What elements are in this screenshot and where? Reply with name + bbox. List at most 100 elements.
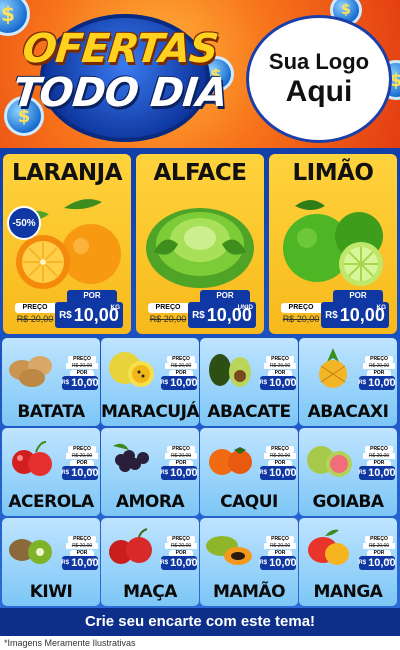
product-card: PREÇO R$ 20,00 POR R$ 10,00 KG ACEROLA	[2, 428, 100, 516]
current-price: R$ 10,00 KG	[358, 376, 396, 390]
current-price: R$ 10,00 KG	[55, 302, 123, 328]
unit-label: KG	[110, 304, 120, 311]
old-price: R$ 20,00	[165, 363, 197, 369]
currency-symbol: R$	[259, 380, 268, 386]
unit-label: KG	[386, 558, 392, 562]
preco-label: PREÇO	[148, 303, 188, 313]
current-price: R$ 10,00 KG	[358, 466, 396, 480]
old-price: R$ 20,00	[66, 543, 98, 549]
currency-symbol: R$	[59, 309, 72, 321]
product-name: CAQUI	[220, 492, 278, 512]
old-price: R$ 20,00	[16, 314, 54, 324]
featured-card: LIMÃO POR PREÇO R$ 20,00 R$ 10,00 KG	[269, 154, 397, 334]
preco-label: PREÇO	[365, 356, 393, 363]
lettuce-icon	[146, 208, 254, 288]
title-line-2: TODO DIA	[10, 70, 230, 116]
old-price: R$ 20,00	[149, 314, 187, 324]
current-price: R$ 10,00 KG	[160, 376, 198, 390]
old-price: R$ 20,00	[264, 453, 296, 459]
logo-text-line-2: Aqui	[285, 75, 353, 108]
currency-symbol: R$	[358, 560, 367, 566]
price-tag: PREÇO R$ 20,00 POR R$ 10,00 KG	[160, 536, 198, 570]
por-label: POR	[67, 290, 117, 302]
old-price: R$ 20,00	[264, 543, 296, 549]
old-price: R$ 20,00	[66, 363, 98, 369]
disclaimer-text: *Imagens Meramente Ilustrativas	[0, 636, 400, 650]
product-card: PREÇO R$ 20,00 POR R$ 10,00 KG MAÇA	[101, 518, 199, 606]
unit-label: KG	[188, 468, 194, 472]
product-name: KIWI	[29, 582, 73, 602]
product-name: AMORA	[115, 492, 185, 512]
persimmon-icon	[209, 447, 252, 475]
papaya-icon	[206, 536, 252, 565]
logo-text-line-1: Sua Logo	[268, 49, 370, 74]
preco-label: PREÇO	[167, 356, 195, 363]
preco-label: PREÇO	[365, 536, 393, 543]
unit-label: KG	[287, 558, 293, 562]
current-price: R$ 10,00 KG	[358, 556, 396, 570]
currency-symbol: R$	[259, 560, 268, 566]
currency-symbol: R$	[160, 560, 169, 566]
featured-card: LARANJA -50% POR PREÇO R$ 20,00 R$ 10,00…	[3, 154, 131, 334]
product-card: PREÇO R$ 20,00 POR R$ 10,00 KG ABACATE	[200, 338, 298, 426]
featured-card: ALFACE POR PREÇO R$ 20,00 R$ 10,00 UNID	[136, 154, 264, 334]
unit-label: KG	[89, 468, 95, 472]
product-card: PREÇO R$ 20,00 POR R$ 10,00 KG GOIABA	[299, 428, 397, 516]
price-tag: PREÇO R$ 20,00 POR R$ 10,00 KG	[259, 356, 297, 390]
product-name: ABACATE	[207, 402, 291, 422]
currency-symbol: R$	[61, 470, 70, 476]
old-price: R$ 20,00	[363, 453, 395, 459]
product-name: ALFACE	[153, 160, 247, 186]
kiwi-icon	[9, 539, 52, 564]
unit-label: KG	[287, 468, 293, 472]
logo-placeholder: Sua Logo Aqui	[246, 15, 392, 143]
currency-symbol: R$	[61, 380, 70, 386]
current-price: R$ 10,00 KG	[160, 556, 198, 570]
price-tag: PREÇO R$ 20,00 POR R$ 10,00 KG	[358, 356, 396, 390]
pineapple-icon	[319, 348, 347, 388]
unit-label: KG	[287, 378, 293, 382]
preco-label: PREÇO	[365, 446, 393, 453]
preco-label: PREÇO	[281, 303, 321, 313]
por-label: POR	[333, 290, 383, 302]
current-price: R$ 10,00 KG	[321, 302, 389, 328]
current-price: R$ 10,00 KG	[61, 556, 99, 570]
currency-symbol: R$	[325, 309, 338, 321]
preco-label: PREÇO	[68, 446, 96, 453]
old-price: R$ 20,00	[363, 363, 395, 369]
preco-label: PREÇO	[68, 536, 96, 543]
title-line-1: OFERTAS	[20, 26, 220, 72]
product-name: LARANJA	[11, 160, 123, 186]
currency-symbol: R$	[61, 560, 70, 566]
product-card: PREÇO R$ 20,00 POR R$ 10,00 KG MARACUJÁ	[101, 338, 199, 426]
preco-label: PREÇO	[266, 536, 294, 543]
old-price: R$ 20,00	[282, 314, 320, 324]
unit-label: KG	[89, 558, 95, 562]
price-tag: PREÇO R$ 20,00 POR R$ 10,00 KG	[160, 446, 198, 480]
preco-label: PREÇO	[68, 356, 96, 363]
preco-label: PREÇO	[167, 446, 195, 453]
potato-icon	[9, 356, 52, 387]
old-price: R$ 20,00	[165, 453, 197, 459]
product-card: PREÇO R$ 20,00 POR R$ 10,00 KG BATATA	[2, 338, 100, 426]
unit-label: UNID	[237, 304, 253, 311]
currency-symbol: R$	[192, 309, 205, 321]
current-price: R$ 10,00 KG	[61, 466, 99, 480]
currency-symbol: R$	[358, 380, 367, 386]
product-card: PREÇO R$ 20,00 POR R$ 10,00 KG KIWI	[2, 518, 100, 606]
passion-fruit-icon	[109, 352, 154, 387]
unit-label: KG	[386, 468, 392, 472]
preco-label: PREÇO	[167, 536, 195, 543]
unit-label: KG	[386, 378, 392, 382]
price-tag: PREÇO R$ 20,00 POR R$ 10,00 KG	[61, 446, 99, 480]
price-tag: PREÇO R$ 20,00 POR R$ 10,00 KG	[259, 536, 297, 570]
current-price: R$ 10,00 KG	[259, 556, 297, 570]
por-label: POR	[200, 290, 250, 302]
product-card: PREÇO R$ 20,00 POR R$ 10,00 KG CAQUI	[200, 428, 298, 516]
currency-symbol: R$	[259, 470, 268, 476]
unit-label: KG	[188, 558, 194, 562]
product-card: PREÇO R$ 20,00 POR R$ 10,00 KG MANGA	[299, 518, 397, 606]
currency-symbol: R$	[358, 470, 367, 476]
preco-label: PREÇO	[266, 356, 294, 363]
lime-icon	[283, 200, 383, 286]
